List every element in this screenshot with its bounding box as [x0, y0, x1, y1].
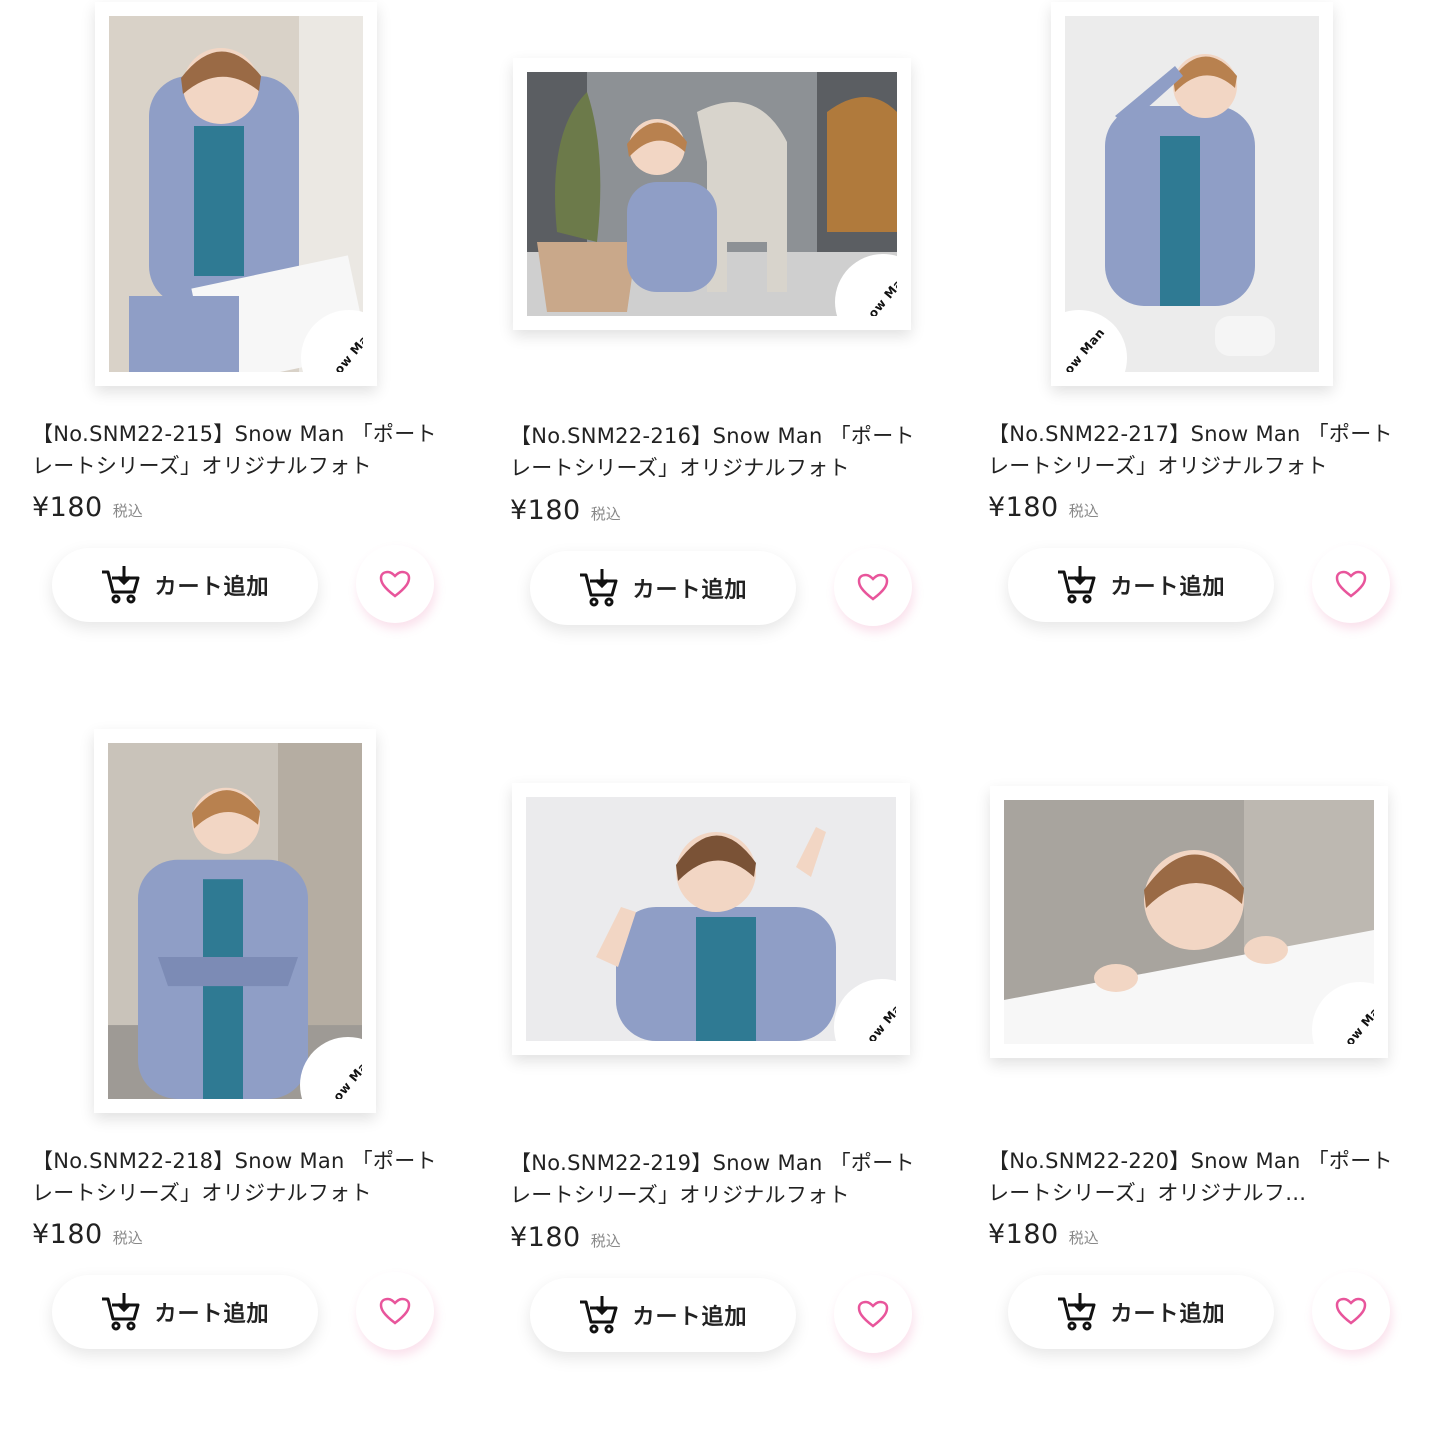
product-photo[interactable]: Snow Man: [32, 0, 452, 400]
heart-outline-icon: [1335, 570, 1367, 598]
tax-label: 税込: [1068, 502, 1099, 520]
cart-add-icon: [580, 1296, 618, 1334]
favorite-button[interactable]: [834, 1275, 912, 1353]
product-card[interactable]: Snow Man 【No.SNM22-217】Snow Man 「ポートレートシ…: [988, 0, 1408, 650]
favorite-button[interactable]: [834, 548, 912, 626]
heart-outline-icon: [379, 570, 411, 598]
cart-add-icon: [102, 1293, 140, 1331]
cart-add-icon: [102, 566, 140, 604]
add-to-cart-button[interactable]: カート追加: [52, 1275, 318, 1349]
product-price: ¥180: [510, 1222, 581, 1253]
price-row: ¥180 税込: [988, 1219, 1099, 1250]
add-to-cart-label: カート追加: [632, 1305, 748, 1330]
product-title[interactable]: 【No.SNM22-217】Snow Man 「ポートレートシリーズ」オリジナル…: [988, 418, 1398, 482]
add-to-cart-button[interactable]: カート追加: [52, 548, 318, 622]
tax-label: 税込: [590, 1232, 621, 1250]
tax-label: 税込: [112, 1229, 143, 1247]
product-price: ¥180: [510, 495, 581, 526]
add-to-cart-label: カート追加: [632, 578, 748, 603]
product-title[interactable]: 【No.SNM22-218】Snow Man 「ポートレートシリーズ」オリジナル…: [32, 1145, 442, 1209]
product-title[interactable]: 【No.SNM22-215】Snow Man 「ポートレートシリーズ」オリジナル…: [32, 418, 442, 482]
product-card[interactable]: Snow Man 【No.SNM22-215】Snow Man 「ポートレートシ…: [32, 0, 452, 650]
add-to-cart-button[interactable]: カート追加: [1008, 1275, 1274, 1349]
favorite-button[interactable]: [1312, 1272, 1390, 1350]
add-to-cart-button[interactable]: カート追加: [530, 551, 796, 625]
product-card[interactable]: Snow Man 【No.SNM22-218】Snow Man 「ポートレートシ…: [32, 727, 452, 1377]
favorite-button[interactable]: [356, 1272, 434, 1350]
product-card[interactable]: Snow Man 【No.SNM22-219】Snow Man 「ポートレートシ…: [510, 727, 930, 1377]
tax-label: 税込: [112, 502, 143, 520]
add-to-cart-label: カート追加: [1110, 1302, 1226, 1327]
tax-label: 税込: [1068, 1229, 1099, 1247]
product-photo[interactable]: Snow Man: [510, 0, 930, 400]
heart-outline-icon: [857, 1300, 889, 1328]
product-photo[interactable]: Snow Man: [32, 727, 452, 1127]
heart-outline-icon: [857, 573, 889, 601]
add-to-cart-button[interactable]: カート追加: [1008, 548, 1274, 622]
product-title[interactable]: 【No.SNM22-220】Snow Man 「ポートレートシリーズ」オリジナル…: [988, 1145, 1398, 1209]
price-row: ¥180 税込: [988, 492, 1099, 523]
add-to-cart-button[interactable]: カート追加: [530, 1278, 796, 1352]
product-grid: Snow Man 【No.SNM22-215】Snow Man 「ポートレートシ…: [0, 0, 1440, 1440]
product-price: ¥180: [32, 1219, 103, 1250]
product-price: ¥180: [32, 492, 103, 523]
price-row: ¥180 税込: [510, 495, 621, 526]
product-title[interactable]: 【No.SNM22-216】Snow Man 「ポートレートシリーズ」オリジナル…: [510, 420, 920, 484]
add-to-cart-label: カート追加: [154, 1302, 270, 1327]
product-card[interactable]: Snow Man 【No.SNM22-216】Snow Man 「ポートレートシ…: [510, 0, 930, 650]
price-row: ¥180 税込: [32, 492, 143, 523]
product-card[interactable]: Snow Man 【No.SNM22-220】Snow Man 「ポートレートシ…: [988, 727, 1408, 1377]
product-photo[interactable]: Snow Man: [988, 727, 1408, 1127]
product-price: ¥180: [988, 1219, 1059, 1250]
add-to-cart-label: カート追加: [154, 575, 270, 600]
price-row: ¥180 税込: [32, 1219, 143, 1250]
cart-add-icon: [1058, 566, 1096, 604]
product-price: ¥180: [988, 492, 1059, 523]
product-title[interactable]: 【No.SNM22-219】Snow Man 「ポートレートシリーズ」オリジナル…: [510, 1147, 920, 1211]
price-row: ¥180 税込: [510, 1222, 621, 1253]
favorite-button[interactable]: [1312, 545, 1390, 623]
product-photo[interactable]: Snow Man: [510, 727, 930, 1127]
product-photo[interactable]: Snow Man: [988, 0, 1408, 400]
cart-add-icon: [1058, 1293, 1096, 1331]
cart-add-icon: [580, 569, 618, 607]
add-to-cart-label: カート追加: [1110, 575, 1226, 600]
tax-label: 税込: [590, 505, 621, 523]
heart-outline-icon: [1335, 1297, 1367, 1325]
heart-outline-icon: [379, 1297, 411, 1325]
favorite-button[interactable]: [356, 545, 434, 623]
